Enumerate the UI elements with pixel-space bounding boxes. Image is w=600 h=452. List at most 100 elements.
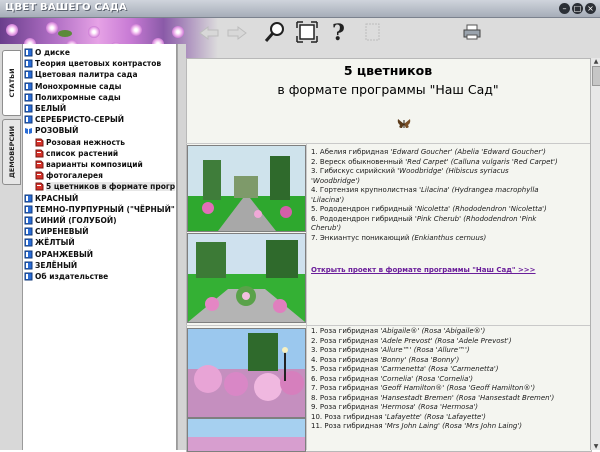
copy-frame-icon[interactable]: [364, 22, 382, 42]
plant-cultivar: 'Mrs John Laing': [384, 422, 440, 430]
plant-name: Энкиантус поникающий: [319, 233, 410, 242]
plant-name: Роза гибридная: [319, 336, 379, 345]
divider: [306, 143, 307, 450]
tree-item[interactable]: ОРАНЖЕВЫЙ: [24, 249, 93, 260]
magnifier-icon[interactable]: [264, 21, 286, 43]
scroll-up-icon[interactable]: ▲: [592, 58, 600, 65]
plant-name: Рододендрон гибридный: [319, 214, 413, 223]
plant-list-item: 8. Роза гибридная 'Hansestadt Bremen' (R…: [311, 394, 554, 404]
vertical-scrollbar[interactable]: ▲ ▼: [590, 58, 600, 450]
tree-item[interactable]: Об издательстве: [24, 271, 108, 282]
tree-item-label: Об издательстве: [35, 272, 109, 281]
tree-item[interactable]: КРАСНЫЙ: [24, 193, 78, 204]
divider: [186, 143, 590, 144]
tree-item[interactable]: ТЕМНО-ПУРПУРНЫЙ ("ЧЁРНЫЙ": [24, 204, 175, 215]
garden-photo[interactable]: [187, 233, 306, 323]
book-icon: [24, 227, 33, 236]
tree-item[interactable]: СЕРЕБРИСТО-СЕРЫЙ: [24, 114, 124, 125]
tab-articles-label: СТАТЬИ: [7, 68, 16, 98]
tree-item[interactable]: 5 цветников в формате прогр: [35, 181, 176, 192]
tree-item-label: О диске: [35, 48, 70, 57]
panel-splitter[interactable]: [177, 44, 186, 450]
garden-photo[interactable]: [187, 145, 306, 232]
plant-latin: Cherub'): [311, 224, 342, 232]
tree-item[interactable]: Теория цветовых контрастов: [24, 58, 161, 69]
tree-item-label: СИНИЙ (ГОЛУБОЙ): [35, 216, 117, 225]
book-open-icon: [25, 128, 32, 135]
garden-photo[interactable]: [187, 418, 306, 452]
close-icon[interactable]: ×: [585, 3, 596, 14]
plant-cultivar: 'Abigaile®': [380, 327, 420, 335]
print-icon[interactable]: [462, 24, 482, 40]
tree-item[interactable]: Полихромные сады: [24, 92, 121, 103]
plant-num: 1.: [311, 327, 318, 335]
plant-name: Роза гибридная: [319, 384, 379, 392]
scroll-thumb[interactable]: [592, 66, 600, 86]
tree-item[interactable]: Монохромные сады: [24, 81, 121, 92]
tree-item[interactable]: СИНИЙ (ГОЛУБОЙ): [24, 215, 117, 226]
plant-latin: (Rosa 'Hermosa'): [417, 403, 479, 411]
tree-item[interactable]: варианты композиций: [35, 159, 143, 170]
tree-item[interactable]: БЕЛЫЙ: [24, 103, 66, 114]
garden-photo[interactable]: [187, 328, 306, 418]
plant-list-item: 6. Роза гибридная 'Cornelia' (Rosa 'Corn…: [311, 375, 554, 385]
tree-item-label: ОРАНЖЕВЫЙ: [35, 249, 94, 259]
scroll-down-icon[interactable]: ▼: [592, 443, 600, 450]
plant-list-item: 3. Роза гибридная 'Allure™' (Rosa 'Allur…: [311, 346, 554, 356]
butterfly-icon: [397, 119, 411, 128]
help-icon[interactable]: ?: [331, 21, 349, 43]
tree-item[interactable]: список растений: [35, 148, 118, 159]
tree-item[interactable]: СИРЕНЕВЫЙ: [24, 226, 89, 237]
minimize-icon[interactable]: –: [559, 3, 570, 14]
plant-num: 2.: [311, 336, 318, 345]
book-icon: [24, 70, 33, 79]
plant-list-item: 9. Роза гибридная 'Hermosa' (Rosa 'Hermo…: [311, 403, 554, 413]
forward-arrow-icon[interactable]: [226, 26, 248, 40]
tree-item[interactable]: Цветовая палитра сада: [24, 69, 138, 80]
plant-num: 2.: [311, 157, 318, 166]
plant-name: Роза гибридная: [319, 393, 379, 402]
plant-latin: (Rosa 'Carmenetta'): [428, 365, 499, 373]
plant-num: 9.: [311, 403, 318, 411]
book-icon: [24, 216, 33, 225]
tab-demo[interactable]: ДЕМОВЕРСИИ: [2, 119, 21, 185]
plant-cultivar: 'Nicoletta': [414, 205, 451, 213]
tree-item[interactable]: фотогалерея: [35, 170, 103, 181]
plant-num: 3.: [311, 346, 318, 354]
book-icon: [24, 272, 33, 281]
tab-articles[interactable]: СТАТЬИ: [2, 50, 21, 116]
book-icon: [24, 205, 33, 214]
book-icon: [24, 238, 33, 247]
book-icon: [24, 59, 33, 68]
plant-latin: (Rosa 'Allure™'): [413, 346, 470, 354]
plant-name: Гибискус сирийский: [319, 167, 396, 175]
plant-list-item: Cherub'): [311, 224, 558, 234]
maximize-icon[interactable]: □: [572, 3, 583, 14]
plant-latin: (Rhododendron 'Pink: [463, 214, 537, 223]
plant-name: Абелия гибридная: [319, 148, 389, 156]
plant-latin: 'Lilacina'): [311, 195, 345, 204]
tree-item-label: варианты композиций: [46, 160, 143, 169]
tree-item[interactable]: Розовая нежность: [35, 137, 125, 148]
tree-item-label: Теория цветовых контрастов: [35, 59, 162, 69]
divider: [186, 325, 590, 326]
plant-latin: (Rosa 'Bonny'): [408, 355, 460, 364]
plant-list-item: 6. Рододендрон гибридный 'Pink Cherub' (…: [311, 215, 558, 225]
plant-name: Роза гибридная: [319, 346, 379, 354]
plant-latin: (Rosa 'Abigaile®'): [421, 327, 486, 335]
book-icon: [24, 261, 33, 270]
tree-item[interactable]: О диске: [24, 47, 70, 58]
plant-num: 8.: [311, 393, 318, 402]
tree-item[interactable]: ЗЕЛЁНЫЙ: [24, 260, 77, 271]
book-icon: [24, 115, 33, 124]
plant-name: Рододендрон гибридный: [319, 205, 413, 213]
tree-item[interactable]: ЖЁЛТЫЙ: [24, 237, 75, 248]
open-project-link[interactable]: Открыть проект в формате программы "Наш …: [311, 266, 536, 274]
fit-page-icon[interactable]: [296, 21, 318, 43]
plant-cultivar: 'Lafayette': [384, 412, 422, 421]
plant-latin: (Rosa 'Cornelia'): [415, 374, 474, 383]
tree-item[interactable]: РОЗОВЫЙ: [24, 125, 78, 136]
tree-item-label: БЕЛЫЙ: [35, 104, 67, 113]
plant-list-item: 5. Роза гибридная 'Carmenetta' (Rosa 'Ca…: [311, 365, 554, 375]
back-arrow-icon[interactable]: [198, 26, 220, 40]
